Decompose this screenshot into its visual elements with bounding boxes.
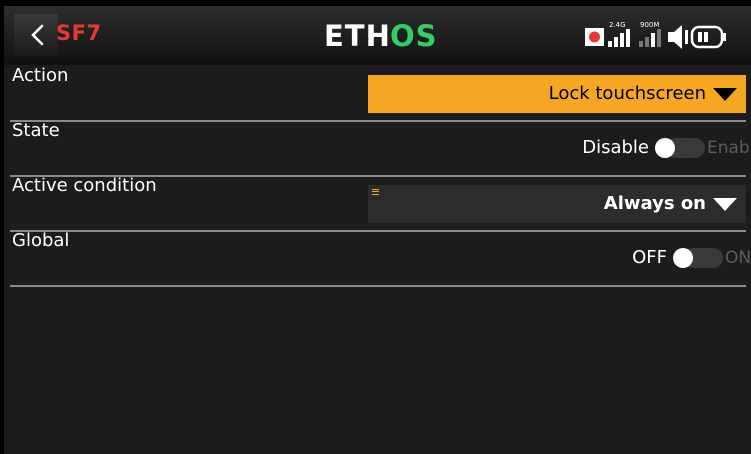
dropdown-arrow-icon — [713, 198, 737, 211]
speaker-icon — [668, 25, 688, 49]
global-off-label: OFF — [632, 247, 667, 268]
row-global: Global OFF ON — [4, 230, 751, 285]
toggle-switch[interactable]: Enable — [655, 133, 751, 163]
signal-bars-icon: 2.4G — [608, 21, 630, 47]
ethos-logo: ETH OS — [324, 19, 438, 53]
active-condition-dropdown[interactable]: Always on — [368, 185, 746, 223]
svg-text:900M: 900M — [640, 21, 659, 29]
battery-icon — [690, 25, 726, 49]
screen: SF7 ETH OS 2.4G 900M Action Lock touchsc… — [4, 6, 751, 454]
back-button[interactable] — [14, 14, 58, 56]
back-chevron-icon — [31, 24, 44, 46]
svg-text:OS: OS — [390, 19, 438, 53]
state-disable-label: Disable — [582, 137, 649, 158]
toggle-knob — [673, 247, 693, 268]
action-value: Lock touchscreen — [548, 83, 706, 104]
state-label: State — [12, 120, 60, 141]
dropdown-arrow-icon — [713, 88, 737, 101]
row-state: State Disable Enable — [4, 120, 751, 175]
record-icon — [585, 28, 604, 46]
menu-icon — [372, 189, 379, 195]
header-bar: SF7 ETH OS 2.4G 900M — [4, 6, 751, 65]
global-on-label: ON — [725, 247, 751, 268]
active-condition-label: Active condition — [12, 175, 157, 196]
toggle-switch[interactable]: ON — [673, 243, 751, 273]
state-enable-label: Enable — [707, 137, 751, 158]
global-toggle[interactable]: OFF ON — [632, 230, 751, 285]
divider — [10, 285, 746, 287]
toggle-knob — [655, 137, 675, 158]
action-label: Action — [12, 65, 69, 86]
global-label: Global — [12, 230, 70, 251]
svg-text:2.4G: 2.4G — [609, 21, 626, 29]
state-toggle[interactable]: Disable Enable — [582, 120, 751, 175]
active-condition-value: Always on — [603, 193, 706, 214]
status-bar: 2.4G 900M — [585, 21, 726, 49]
row-action: Action Lock touchscreen — [4, 65, 751, 120]
page-code: SF7 — [56, 21, 102, 45]
action-dropdown[interactable]: Lock touchscreen — [368, 75, 746, 113]
signal-bars-icon: 900M — [639, 21, 661, 47]
svg-text:ETH: ETH — [324, 19, 391, 53]
row-active-condition: Active condition Always on — [4, 175, 751, 230]
